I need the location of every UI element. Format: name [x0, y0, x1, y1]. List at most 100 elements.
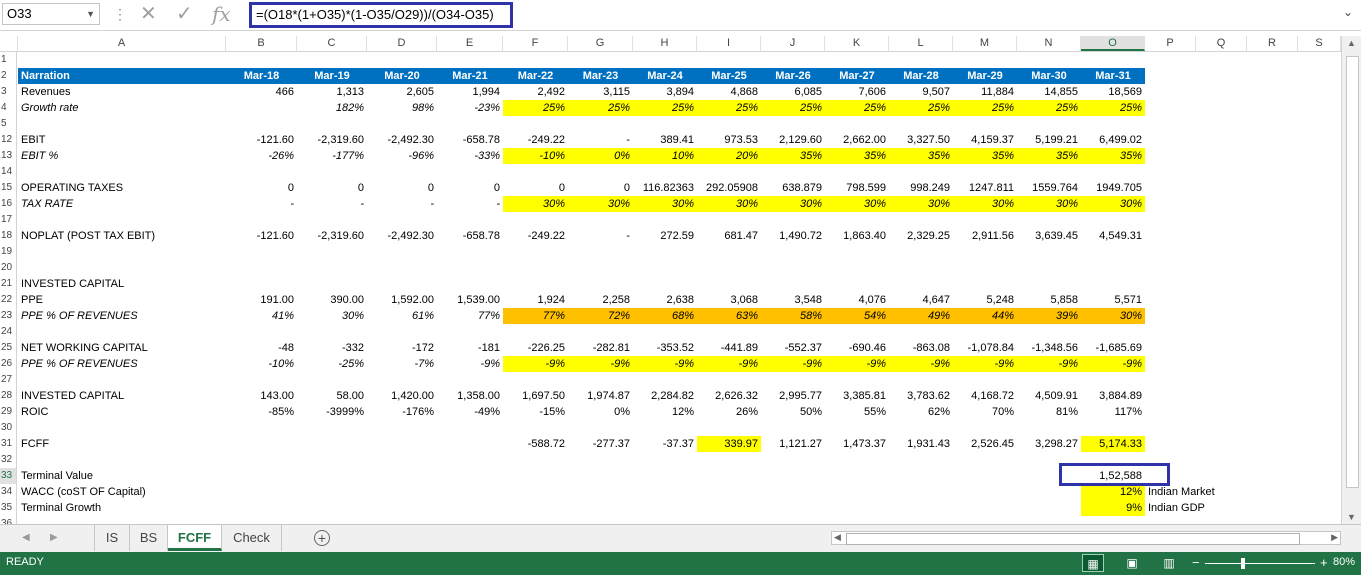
cell-m23[interactable]: 44%: [953, 308, 1017, 324]
cell-a31[interactable]: FCFF: [18, 436, 226, 452]
cell-j28[interactable]: 2,995.77: [761, 388, 825, 404]
chevron-down-icon[interactable]: ▼: [86, 4, 95, 24]
cell-l16[interactable]: 30%: [889, 196, 953, 212]
cell-d13[interactable]: -96%: [367, 148, 437, 164]
cell-f13[interactable]: -10%: [503, 148, 568, 164]
cell-a16[interactable]: TAX RATE: [18, 196, 226, 212]
cell-f3[interactable]: 2,492: [503, 84, 568, 100]
cell-n13[interactable]: 35%: [1017, 148, 1081, 164]
spreadsheet-grid[interactable]: ABCDEFGHIJKLMNOPQRS 1 2 Narration Mar-18 Mar…: [0, 36, 1341, 524]
cell-c23[interactable]: 30%: [297, 308, 367, 324]
column-header-n[interactable]: N: [1017, 36, 1081, 51]
cell-o16[interactable]: 30%: [1081, 196, 1145, 212]
cell-d18[interactable]: -2,492.30: [367, 228, 437, 244]
cell-j25[interactable]: -552.37: [761, 340, 825, 356]
cell-n28[interactable]: 4,509.91: [1017, 388, 1081, 404]
cell-k4[interactable]: 25%: [825, 100, 889, 116]
cell-h22[interactable]: 2,638: [633, 292, 697, 308]
column-header-o[interactable]: O: [1081, 36, 1145, 51]
cell-c18[interactable]: -2,319.60: [297, 228, 367, 244]
cell-f16[interactable]: 30%: [503, 196, 568, 212]
cell-a13[interactable]: EBIT %: [18, 148, 226, 164]
cell-f22[interactable]: 1,924: [503, 292, 568, 308]
cell-b16[interactable]: -: [226, 196, 297, 212]
cell-d2[interactable]: Mar-20: [367, 68, 437, 84]
cell-e2[interactable]: Mar-21: [437, 68, 503, 84]
cell-e26[interactable]: -9%: [437, 356, 503, 372]
cell-h2[interactable]: Mar-24: [633, 68, 697, 84]
column-header-e[interactable]: E: [437, 36, 503, 51]
cell-p34[interactable]: Indian Market: [1145, 484, 1265, 500]
cell-o31[interactable]: 5,174.33: [1081, 436, 1145, 452]
cell-k3[interactable]: 7,606: [825, 84, 889, 100]
horizontal-scroll-thumb[interactable]: [846, 533, 1300, 545]
cell-d4[interactable]: 98%: [367, 100, 437, 116]
cell-b2[interactable]: Mar-18: [226, 68, 297, 84]
tab-bs[interactable]: BS: [130, 525, 168, 551]
cell-j16[interactable]: 30%: [761, 196, 825, 212]
cell-c13[interactable]: -177%: [297, 148, 367, 164]
cell-m18[interactable]: 2,911.56: [953, 228, 1017, 244]
cell-o28[interactable]: 3,884.89: [1081, 388, 1145, 404]
cell-o34[interactable]: 12%: [1081, 484, 1145, 500]
cell-j18[interactable]: 1,490.72: [761, 228, 825, 244]
row-header[interactable]: 5: [0, 116, 17, 132]
more-options-icon[interactable]: ⋮: [113, 6, 127, 23]
column-header-m[interactable]: M: [953, 36, 1017, 51]
cell-c15[interactable]: 0: [297, 180, 367, 196]
cell-c26[interactable]: -25%: [297, 356, 367, 372]
cell-j13[interactable]: 35%: [761, 148, 825, 164]
cell-g29[interactable]: 0%: [568, 404, 633, 420]
row-header[interactable]: 19: [0, 244, 17, 260]
add-sheet-button[interactable]: +: [314, 530, 330, 546]
cell-e3[interactable]: 1,994: [437, 84, 503, 100]
cell-h16[interactable]: 30%: [633, 196, 697, 212]
row-header[interactable]: 33: [0, 468, 17, 484]
row-header[interactable]: 27: [0, 372, 17, 388]
cell-a12[interactable]: EBIT: [18, 132, 226, 148]
cancel-icon[interactable]: ✕: [140, 2, 157, 26]
cell-e18[interactable]: -658.78: [437, 228, 503, 244]
row-header[interactable]: 30: [0, 420, 17, 436]
prev-sheet-icon[interactable]: ◀: [22, 532, 30, 543]
cell-f4[interactable]: 25%: [503, 100, 568, 116]
page-layout-view-icon[interactable]: ▣: [1121, 554, 1143, 572]
cell-o13[interactable]: 35%: [1081, 148, 1145, 164]
cell-c25[interactable]: -332: [297, 340, 367, 356]
cell-a23[interactable]: PPE % OF REVENUES: [18, 308, 226, 324]
cell-k26[interactable]: -9%: [825, 356, 889, 372]
cell-k22[interactable]: 4,076: [825, 292, 889, 308]
row-header[interactable]: 12: [0, 132, 17, 148]
cell-n25[interactable]: -1,348.56: [1017, 340, 1081, 356]
cell-d28[interactable]: 1,420.00: [367, 388, 437, 404]
cell-k13[interactable]: 35%: [825, 148, 889, 164]
cell-i13[interactable]: 20%: [697, 148, 761, 164]
cell-j2[interactable]: Mar-26: [761, 68, 825, 84]
cell-n4[interactable]: 25%: [1017, 100, 1081, 116]
cell-c29[interactable]: -3999%: [297, 404, 367, 420]
column-header-g[interactable]: G: [568, 36, 633, 51]
cell-f15[interactable]: 0: [503, 180, 568, 196]
cell-m22[interactable]: 5,248: [953, 292, 1017, 308]
cell-h18[interactable]: 272.59: [633, 228, 697, 244]
row-header[interactable]: 26: [0, 356, 17, 372]
cell-o35[interactable]: 9%: [1081, 500, 1145, 516]
cell-k2[interactable]: Mar-27: [825, 68, 889, 84]
cell-d16[interactable]: -: [367, 196, 437, 212]
cell-g25[interactable]: -282.81: [568, 340, 633, 356]
cell-d15[interactable]: 0: [367, 180, 437, 196]
cell-n12[interactable]: 5,199.21: [1017, 132, 1081, 148]
cell-o29[interactable]: 117%: [1081, 404, 1145, 420]
cell-m28[interactable]: 4,168.72: [953, 388, 1017, 404]
cell-o15[interactable]: 1949.705: [1081, 180, 1145, 196]
cell-i25[interactable]: -441.89: [697, 340, 761, 356]
cell-i2[interactable]: Mar-25: [697, 68, 761, 84]
cell-b23[interactable]: 41%: [226, 308, 297, 324]
row-header[interactable]: 17: [0, 212, 17, 228]
cell-d12[interactable]: -2,492.30: [367, 132, 437, 148]
cell-b29[interactable]: -85%: [226, 404, 297, 420]
cell-a26[interactable]: PPE % OF REVENUES: [18, 356, 226, 372]
cell-a29[interactable]: ROIC: [18, 404, 226, 420]
cell-i29[interactable]: 26%: [697, 404, 761, 420]
cell-i15[interactable]: 292.05908: [697, 180, 761, 196]
